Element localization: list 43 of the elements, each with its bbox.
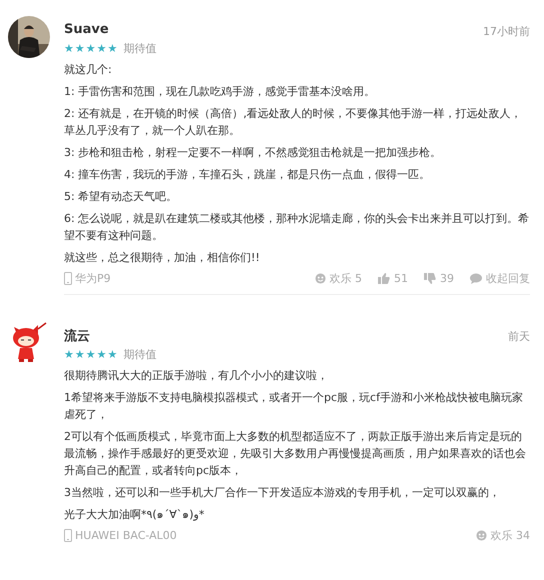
star-icon: ★ [96, 43, 106, 54]
user-name[interactable]: 流云 [64, 327, 90, 345]
star-icon: ★ [64, 43, 74, 54]
star-icon: ★ [108, 43, 118, 54]
reply-button[interactable]: 收起回复 [470, 271, 530, 286]
comment-paragraph: 1: 手雷伤害和范围，现在几款吃鸡手游，感觉手雷基本没啥用。 [64, 84, 376, 100]
comment-paragraph: 3: 步枪和狙击枪，射程一定要不一样啊，不然感觉狙击枪就是一把加强步枪。 [64, 145, 442, 161]
device-name: HUAWEI BAC-AL00 [75, 529, 177, 542]
smiley-icon [476, 530, 486, 541]
star-icon: ★ [86, 43, 96, 54]
comment-paragraph: 很期待腾讯大大的正版手游啦，有几个小小的建议啦， [64, 368, 329, 384]
comment-paragraph: 3当然啦，还可以和一些手机大厂合作一下开发适应本游戏的专用手机，一定可以双赢的， [64, 485, 501, 501]
phone-icon [64, 272, 72, 285]
post-time: 17小时前 [483, 24, 530, 39]
user-name[interactable]: Suave [64, 22, 109, 37]
star-icon: ★ [108, 349, 118, 360]
comment-paragraph: 4: 撞车伤害，我玩的手游，车撞石头，跳崖，都是只伤一点血，假得一匹。 [64, 167, 432, 183]
star-icon: ★ [86, 349, 96, 360]
like-button[interactable]: 51 [378, 272, 408, 285]
device-name: 华为P9 [75, 271, 111, 286]
comment-paragraph: 就这些，总之很期待，加油，相信你们!! [64, 250, 261, 266]
star-icon: ★ [74, 349, 85, 360]
smiley-icon [314, 273, 326, 284]
fun-button[interactable]: 欢乐 34 [476, 528, 530, 543]
phone-icon [64, 529, 72, 542]
star-icon: ★ [74, 43, 85, 54]
comment-paragraph: 2可以有个低画质模式，毕竟市面上大多数的机型都适应不了，两款正版手游出来后肯定是玩的最流畅，操作手感最好的更受欢迎，先吸引大多数用户再慢慢提高画质，用户如果喜欢的话也会升高自己的配置，或者转向pc版本， [64, 429, 527, 479]
comment-paragraph: 就这几个: [64, 62, 113, 78]
rating-label: 期待值 [123, 347, 156, 362]
dislike-button[interactable]: 39 [424, 272, 454, 285]
post-time: 前天 [508, 329, 530, 344]
fun-button[interactable]: 欢乐 5 [314, 271, 362, 286]
comment-paragraph: 1希望将来手游版不支持电脑模拟器模式，或者开一个pc服，玩cf手游和小米枪战快被电脑玩家虐死了， [64, 390, 524, 423]
star-icon: ★ [96, 349, 106, 360]
thumbs-up-icon [378, 273, 390, 284]
thumbs-down-icon [424, 273, 436, 284]
speech-bubble-icon [470, 273, 482, 284]
comment-paragraph: 6: 怎么说呢，就是趴在建筑二楼或其他楼，那种水泥墙走廊，你的头会卡出来并且可以打到。希望不要有这种问题。 [64, 211, 530, 244]
rating-label: 期待值 [123, 41, 156, 56]
star-icon: ★ [64, 349, 74, 360]
comment-paragraph: 5: 希望有动态天气吧。 [64, 189, 178, 205]
comment-paragraph: 光子大大加油啊*٩(๑´∀`๑)و* [64, 507, 206, 523]
comment-paragraph: 2: 还有就是，在开镜的时候（高倍）,看远处敌人的时候，不要像其他手游一样，打远处敌人，草丛几乎没有了，就一个人趴在那。 [64, 106, 523, 139]
